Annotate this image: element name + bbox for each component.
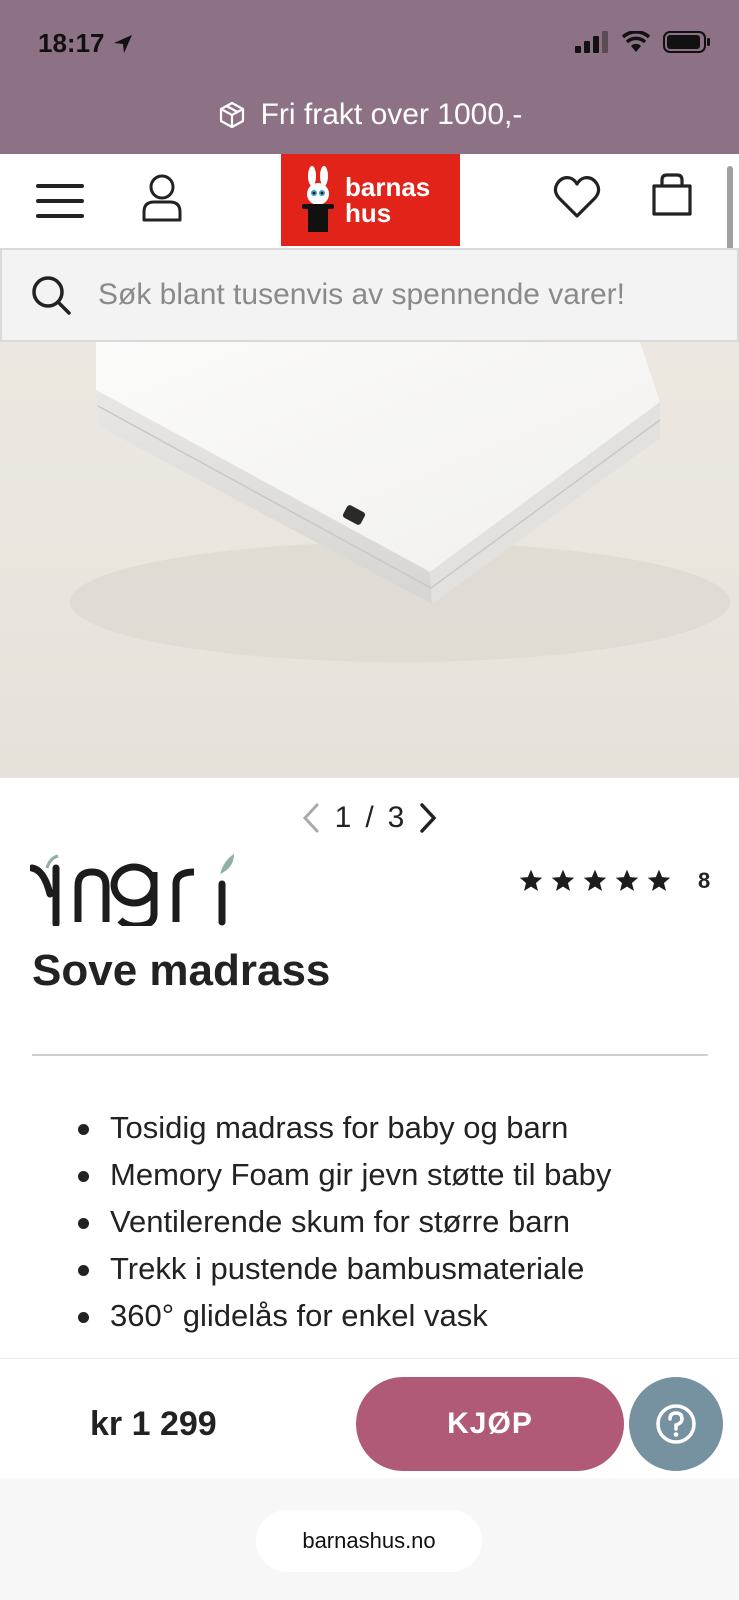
- pager-separator: /: [365, 801, 374, 834]
- search-bar[interactable]: [0, 248, 739, 342]
- brand-logo[interactable]: [28, 854, 242, 931]
- url-bar[interactable]: barnashus.no: [256, 1510, 482, 1572]
- browser-bottom-bar: barnashus.no: [0, 1478, 739, 1600]
- product-image[interactable]: [0, 342, 739, 778]
- menu-button[interactable]: [34, 178, 86, 224]
- next-image-button[interactable]: [418, 802, 438, 834]
- battery-icon: [663, 31, 710, 53]
- feature-item: Ventilerende skum for større barn: [76, 1200, 611, 1247]
- buy-button[interactable]: KJØP: [356, 1377, 624, 1471]
- image-pager: 1 / 3: [0, 796, 739, 840]
- wishlist-button[interactable]: [553, 174, 601, 220]
- yngri-logo: [28, 854, 234, 930]
- star-icon: [519, 869, 543, 891]
- review-count: 8: [698, 868, 711, 893]
- search-icon: [32, 276, 71, 315]
- package-icon: [219, 101, 244, 129]
- url-text: barnashus.no: [302, 1528, 436, 1553]
- price: kr 1 299: [90, 1405, 217, 1443]
- site-header: barnas hus: [0, 154, 739, 248]
- feature-item: Tosidig madrass for baby og barn: [76, 1106, 611, 1153]
- wifi-icon: [621, 31, 651, 52]
- divider: [32, 1054, 708, 1056]
- status-time-text: 18:17: [38, 28, 105, 58]
- free-shipping-banner: Fri frakt over 1000,-: [0, 98, 739, 132]
- status-bar-time: 18:17: [38, 28, 135, 59]
- top-band: 18:17 Fri frakt over 1000,-: [0, 0, 739, 154]
- star-icon: [583, 869, 607, 891]
- rabbit-in-hat-icon: [302, 166, 334, 232]
- status-bar-indicators: [575, 30, 711, 54]
- logo-wordmark: barnas hus: [345, 174, 430, 226]
- chevron-right-icon: [420, 803, 437, 833]
- page: 18:17 Fri frakt over 1000,- barnas hus S…: [0, 0, 739, 1600]
- feature-list: Tosidig madrass for baby og barn Memory …: [76, 1106, 611, 1341]
- bag-icon: [652, 173, 692, 216]
- buy-bar: kr 1 299 KJØP: [0, 1358, 739, 1478]
- previous-image-button[interactable]: [301, 802, 321, 834]
- product-title: Sove madrass: [32, 946, 331, 995]
- feature-item: 360° glidelås for enkel vask: [76, 1294, 611, 1341]
- chevron-left-icon: [302, 803, 319, 833]
- signal-icon: [575, 31, 608, 53]
- promo-text: Fri frakt over 1000,-: [260, 98, 523, 131]
- pager-total: 3: [387, 801, 405, 834]
- product-rating[interactable]: 8: [518, 868, 710, 894]
- feature-item: Trekk i pustende bambusmateriale: [76, 1247, 611, 1294]
- feature-item: Memory Foam gir jevn støtte til baby: [76, 1153, 611, 1200]
- mattress-image: [70, 342, 730, 662]
- user-icon: [142, 174, 182, 222]
- logo-text-line2: hus: [345, 198, 392, 228]
- account-button[interactable]: [138, 172, 186, 224]
- barnashus-logo[interactable]: barnas hus: [281, 154, 460, 246]
- cart-button[interactable]: [650, 172, 694, 218]
- star-icon: [615, 869, 639, 891]
- location-arrow-icon: [113, 34, 132, 53]
- heart-icon: [553, 176, 601, 218]
- logo-text-line1: barnas: [345, 172, 431, 202]
- question-icon: [656, 1404, 696, 1444]
- menu-icon: [36, 184, 84, 218]
- search-input[interactable]: [98, 278, 698, 312]
- pager-current: 1: [334, 801, 352, 834]
- star-icon: [647, 869, 671, 891]
- star-icon: [551, 869, 575, 891]
- help-button[interactable]: [629, 1377, 723, 1471]
